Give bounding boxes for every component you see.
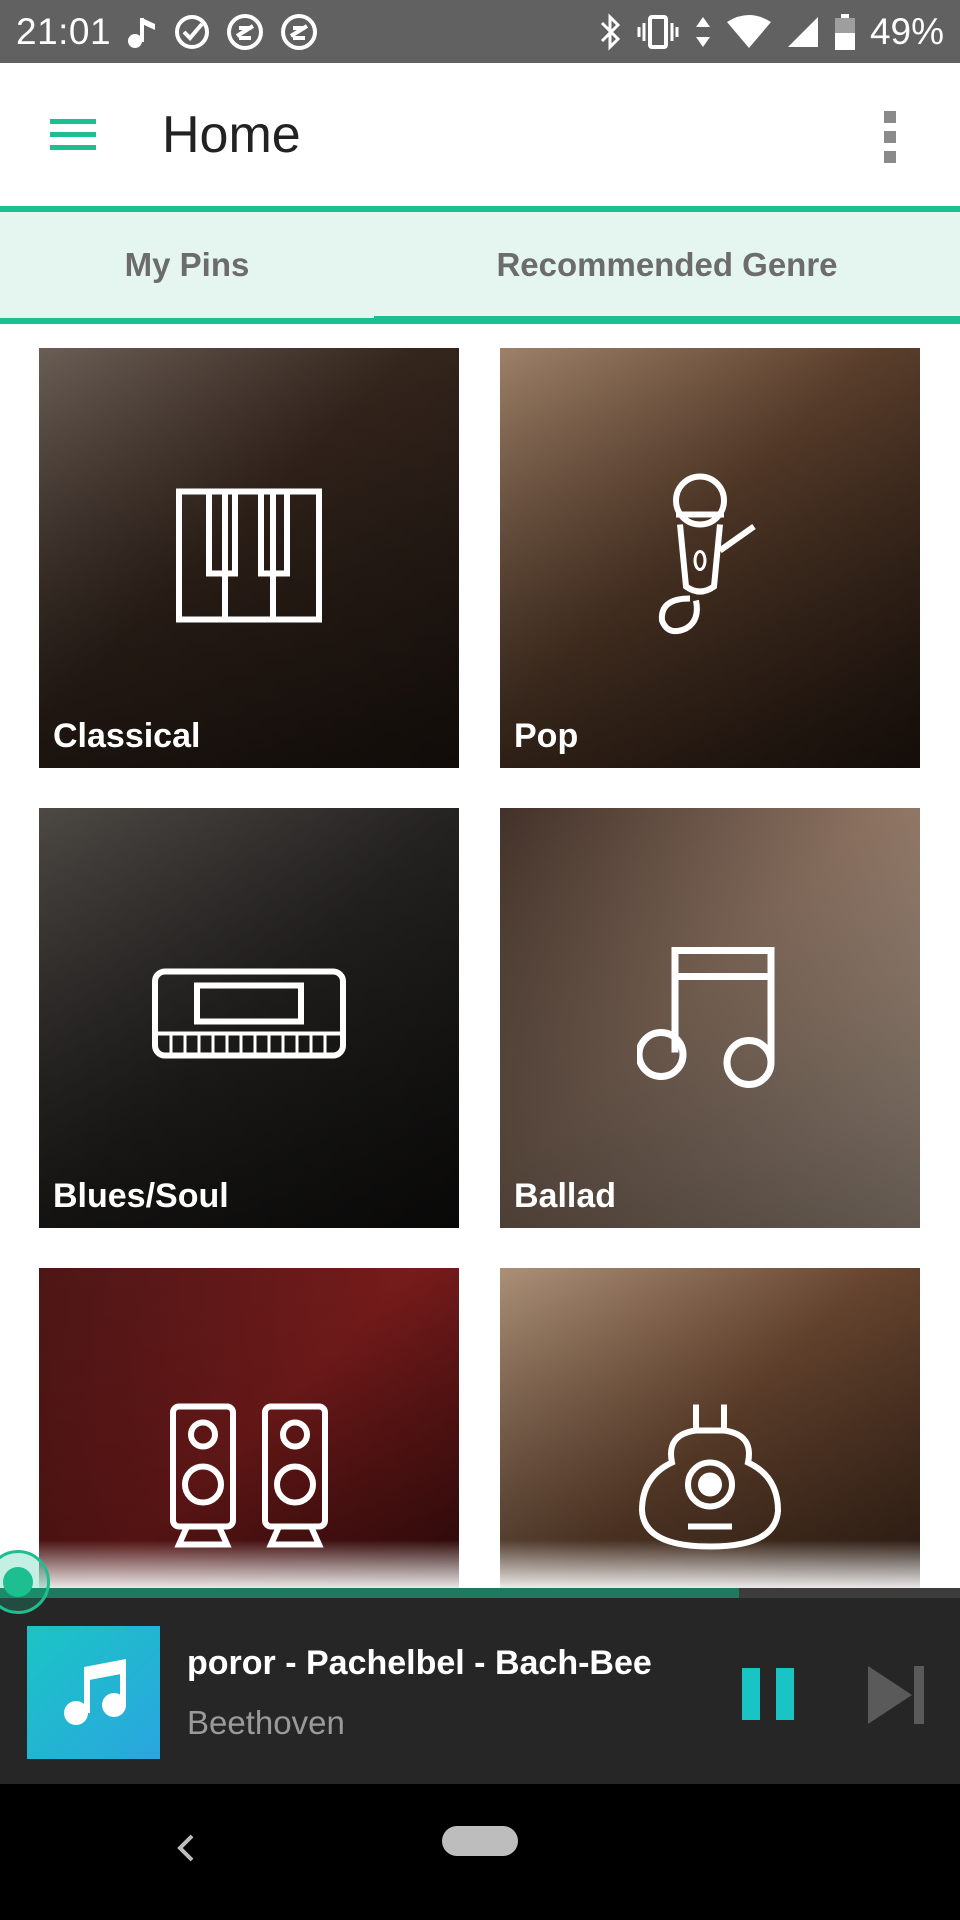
music-note-icon: [63, 1658, 126, 1725]
genre-tile-blues-soul[interactable]: Blues/Soul: [39, 808, 459, 1228]
more-vert-icon[interactable]: [872, 107, 908, 167]
album-art[interactable]: [27, 1626, 160, 1759]
grid-fade: [0, 1540, 960, 1588]
piano-keys-icon: [175, 488, 323, 629]
home-pill-button[interactable]: [442, 1826, 518, 1856]
status-bar-right: 49%: [598, 11, 944, 53]
page-title: Home: [162, 106, 301, 164]
genre-label: Classical: [53, 717, 201, 755]
status-time: 21:01: [16, 10, 112, 52]
pause-icon: [742, 1668, 794, 1720]
tab-bar: My Pins Recommended Genre: [0, 206, 960, 324]
speakers-icon: [165, 1401, 333, 1556]
progress-bar[interactable]: [0, 1588, 960, 1598]
genre-label: Ballad: [514, 1177, 617, 1215]
track-title[interactable]: poror - Pachelbel - Bach-Bee: [187, 1644, 677, 1692]
check-circle-icon: [173, 13, 211, 51]
status-bar: 21:01 49%: [0, 0, 960, 63]
tab-recommended-genre[interactable]: Recommended Genre: [374, 212, 960, 318]
status-bar-left: 21:01: [16, 11, 319, 53]
genre-label: Pop: [514, 717, 579, 755]
microphone-icon: [650, 471, 770, 646]
pause-button[interactable]: [740, 1666, 796, 1722]
data-arrows-icon: [694, 13, 712, 51]
app-bar: Home: [0, 63, 960, 206]
system-nav-bar: [0, 1784, 960, 1920]
track-artist: Beethoven: [187, 1704, 345, 1741]
vpn-icon: [225, 12, 265, 52]
music-note-icon: [125, 14, 159, 50]
battery-percent: 49%: [869, 10, 944, 52]
keyboard-synth-icon: [151, 968, 347, 1069]
hamburger-menu-icon[interactable]: [44, 111, 104, 159]
vibrate-icon: [636, 13, 680, 51]
tab-selected-indicator: [374, 316, 960, 324]
vpn-icon: [279, 12, 319, 52]
battery-icon: [834, 13, 856, 51]
bluetooth-icon: [598, 12, 622, 51]
genre-tile-pop[interactable]: Pop: [500, 348, 920, 768]
genre-tile-ballad[interactable]: Ballad: [500, 808, 920, 1228]
tab-divider: [0, 318, 374, 324]
genre-tile-classical[interactable]: Classical: [39, 348, 459, 768]
music-notes-icon: [635, 943, 783, 1094]
progress-fill: [0, 1588, 740, 1598]
tab-my-pins[interactable]: My Pins: [0, 212, 374, 318]
acoustic-guitar-icon: [636, 1401, 784, 1556]
mini-player[interactable]: poror - Pachelbel - Bach-Bee Beethoven: [0, 1550, 960, 1784]
signal-icon: [786, 15, 820, 49]
genre-label: Blues/Soul: [53, 1177, 229, 1215]
wifi-icon: [726, 14, 772, 50]
back-icon[interactable]: [170, 1824, 200, 1874]
skip-next-icon: [868, 1666, 924, 1724]
skip-next-button[interactable]: [866, 1664, 928, 1726]
